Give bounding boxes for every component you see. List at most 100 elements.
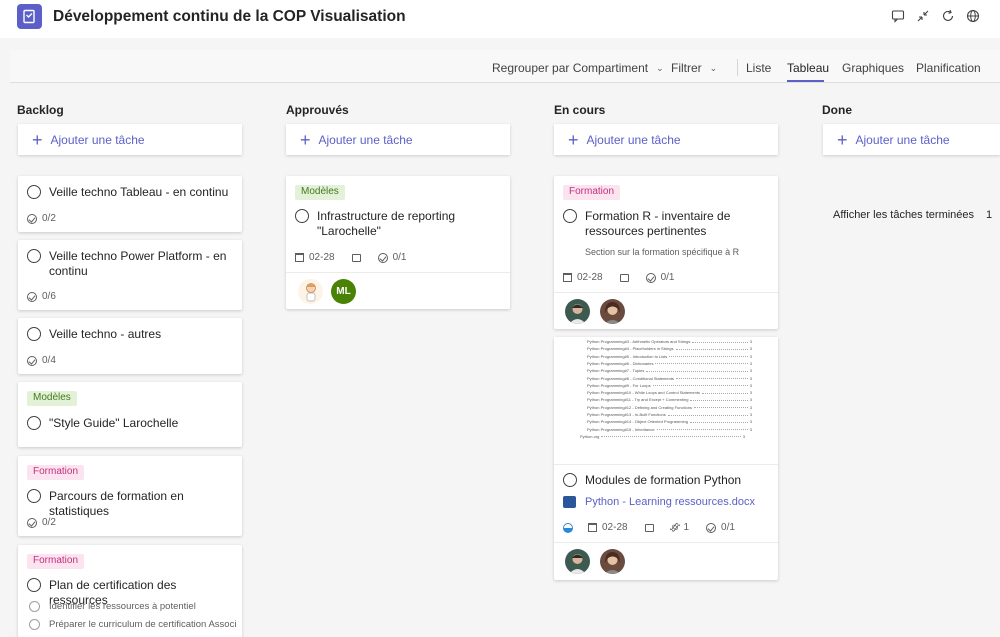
due-date: 02-28 [602,522,628,533]
subtask-checkbox[interactable] [29,619,40,630]
label-tag: Formation [27,465,85,480]
document-line-page: 3 [749,339,752,344]
avatar-photo[interactable] [600,299,625,324]
task-title: Infrastructure de reporting "Larochelle" [317,209,456,238]
document-line: Python Programming#7 - Tuples 3 [587,368,752,373]
complete-task-checkbox[interactable] [27,416,41,430]
add-task-button-backlog[interactable]: + Ajouter une tâche [18,124,242,155]
complete-task-checkbox[interactable] [295,209,309,223]
document-line-text: Python Programming#5 - Introduction to L… [587,353,668,359]
due-date: 02-28 [309,252,335,263]
document-line: Python Programming#14 - Object Oriented … [587,419,752,424]
group-by-dropdown[interactable]: Regrouper par Compartiment ⌄ [492,61,664,75]
document-line-page: 3 [749,368,752,374]
document-line: Python Programming#10 - While Loops and … [587,390,752,395]
refresh-icon[interactable] [940,8,955,23]
checklist-progress: 0/2 [27,213,56,224]
document-line-text: Python Programming#15 - Inheritance [587,426,655,432]
tab-graphiques[interactable]: Graphiques [842,61,904,75]
card-divider [554,542,778,543]
show-completed-tasks-toggle[interactable]: Afficher les tâches terminées [833,209,974,221]
task-card[interactable]: Formation Formation R - inventaire de re… [554,176,778,329]
document-leader-dots [667,414,748,416]
checklist-progress: 0/6 [27,291,56,302]
task-title: Parcours de formation en statistiques [49,489,184,518]
plan-title: Développement continu de la COP Visualis… [53,8,406,25]
document-line: Python.org 3 [580,434,745,439]
subtask-label: Préparer le curriculum de certification … [49,619,237,630]
collapse-icon[interactable] [915,8,930,23]
document-line-page: 3 [749,426,752,432]
task-meta: 02-28 0/1 [563,272,674,283]
column-title-approuves: Approuvés [286,103,349,117]
add-task-button-approuves[interactable]: + Ajouter une tâche [286,124,510,155]
attachments-count: 1 [683,522,690,533]
complete-task-checkbox[interactable] [27,327,41,341]
avatar-initials[interactable]: ML [331,279,356,304]
task-card[interactable]: Veille techno - autres 0/4 [18,318,242,374]
tab-liste[interactable]: Liste [746,61,771,75]
document-line-text: Python Programming#4 - Placeholders in S… [587,346,674,352]
subtask-checkbox[interactable] [29,601,40,612]
document-line: Python Programming#6 - Dictionaries 3 [587,361,752,366]
task-card[interactable]: Modèles "Style Guide" Larochelle [18,382,242,447]
calendar-icon [563,273,572,282]
add-task-label: Ajouter une tâche [586,132,681,147]
checklist-count: 0/2 [42,213,56,224]
add-task-button-en-cours[interactable]: + Ajouter une tâche [554,124,778,155]
complete-task-checkbox[interactable] [563,473,577,487]
calendar-icon [295,253,304,262]
plus-icon: + [568,129,579,150]
checklist-progress: 0/4 [27,355,56,366]
task-card[interactable]: Formation Parcours de formation en stati… [18,456,242,536]
add-task-label: Ajouter une tâche [855,132,950,147]
document-line-page: 3 [749,419,752,425]
complete-task-checkbox[interactable] [27,185,41,199]
avatar-illustration[interactable] [298,279,323,304]
document-line: Python Programming#12 - Defining and Cre… [587,405,752,410]
avatar-photo[interactable] [565,299,590,324]
task-card[interactable]: Veille techno Tableau - en continu 0/2 [18,176,242,232]
add-task-button-done[interactable]: + Ajouter une tâche [823,124,1000,155]
due-date: 02-28 [577,272,603,283]
task-meta: 02-28 ∯ 1 0/1 [563,521,735,534]
document-line-text: Python Programming#3 - Arithmetic Operat… [587,339,691,344]
task-card[interactable]: Modèles Infrastructure de reporting "Lar… [286,176,510,309]
checklist-progress: 0/2 [27,517,56,528]
attachment-link[interactable]: Python - Learning ressources.docx [585,496,755,508]
complete-task-checkbox[interactable] [27,578,41,592]
avatar-photo[interactable] [565,549,590,574]
complete-task-checkbox[interactable] [27,489,41,503]
document-line-page: 3 [749,353,752,359]
complete-task-checkbox[interactable] [27,249,41,263]
task-card[interactable]: Formation Plan de certification des ress… [18,545,242,637]
avatar-photo[interactable] [600,549,625,574]
card-divider [554,292,778,293]
task-title: Veille techno Tableau - en continu [49,185,229,199]
complete-task-checkbox[interactable] [563,209,577,223]
filter-dropdown[interactable]: Filtrer ⌄ [671,61,717,75]
plus-icon: + [32,129,43,150]
tab-tableau[interactable]: Tableau [787,61,829,75]
document-line: Python Programming#11 - Try and Except +… [587,397,752,402]
tab-planification[interactable]: Planification [916,61,981,75]
document-line-text: Python Programming#12 - Defining and Cre… [587,404,692,410]
document-line-text: Python Programming#11 - Try and Except +… [587,397,689,403]
document-leader-dots [601,435,741,438]
group-by-label: Regrouper par Compartiment [492,61,649,75]
subtask-label: Identifier les ressources à potentiel [49,601,196,612]
checklist-icon [706,522,717,533]
checklist-count: 0/1 [660,272,675,283]
task-card[interactable]: Veille techno Power Platform - en contin… [18,240,242,310]
document-line: Python Programming#9 - For Loops 3 [587,383,752,388]
chat-icon[interactable] [890,8,905,23]
plus-icon: + [837,129,848,150]
globe-icon[interactable] [965,8,980,23]
label-tag: Modèles [295,185,345,200]
completed-count: 1 [986,209,993,221]
plus-icon: + [300,129,311,150]
add-task-label: Ajouter une tâche [50,132,145,147]
toolbar-divider [737,59,738,76]
task-card[interactable]: Python Programming#3 - Arithmetic Operat… [554,337,778,580]
active-tab-indicator [787,80,824,82]
